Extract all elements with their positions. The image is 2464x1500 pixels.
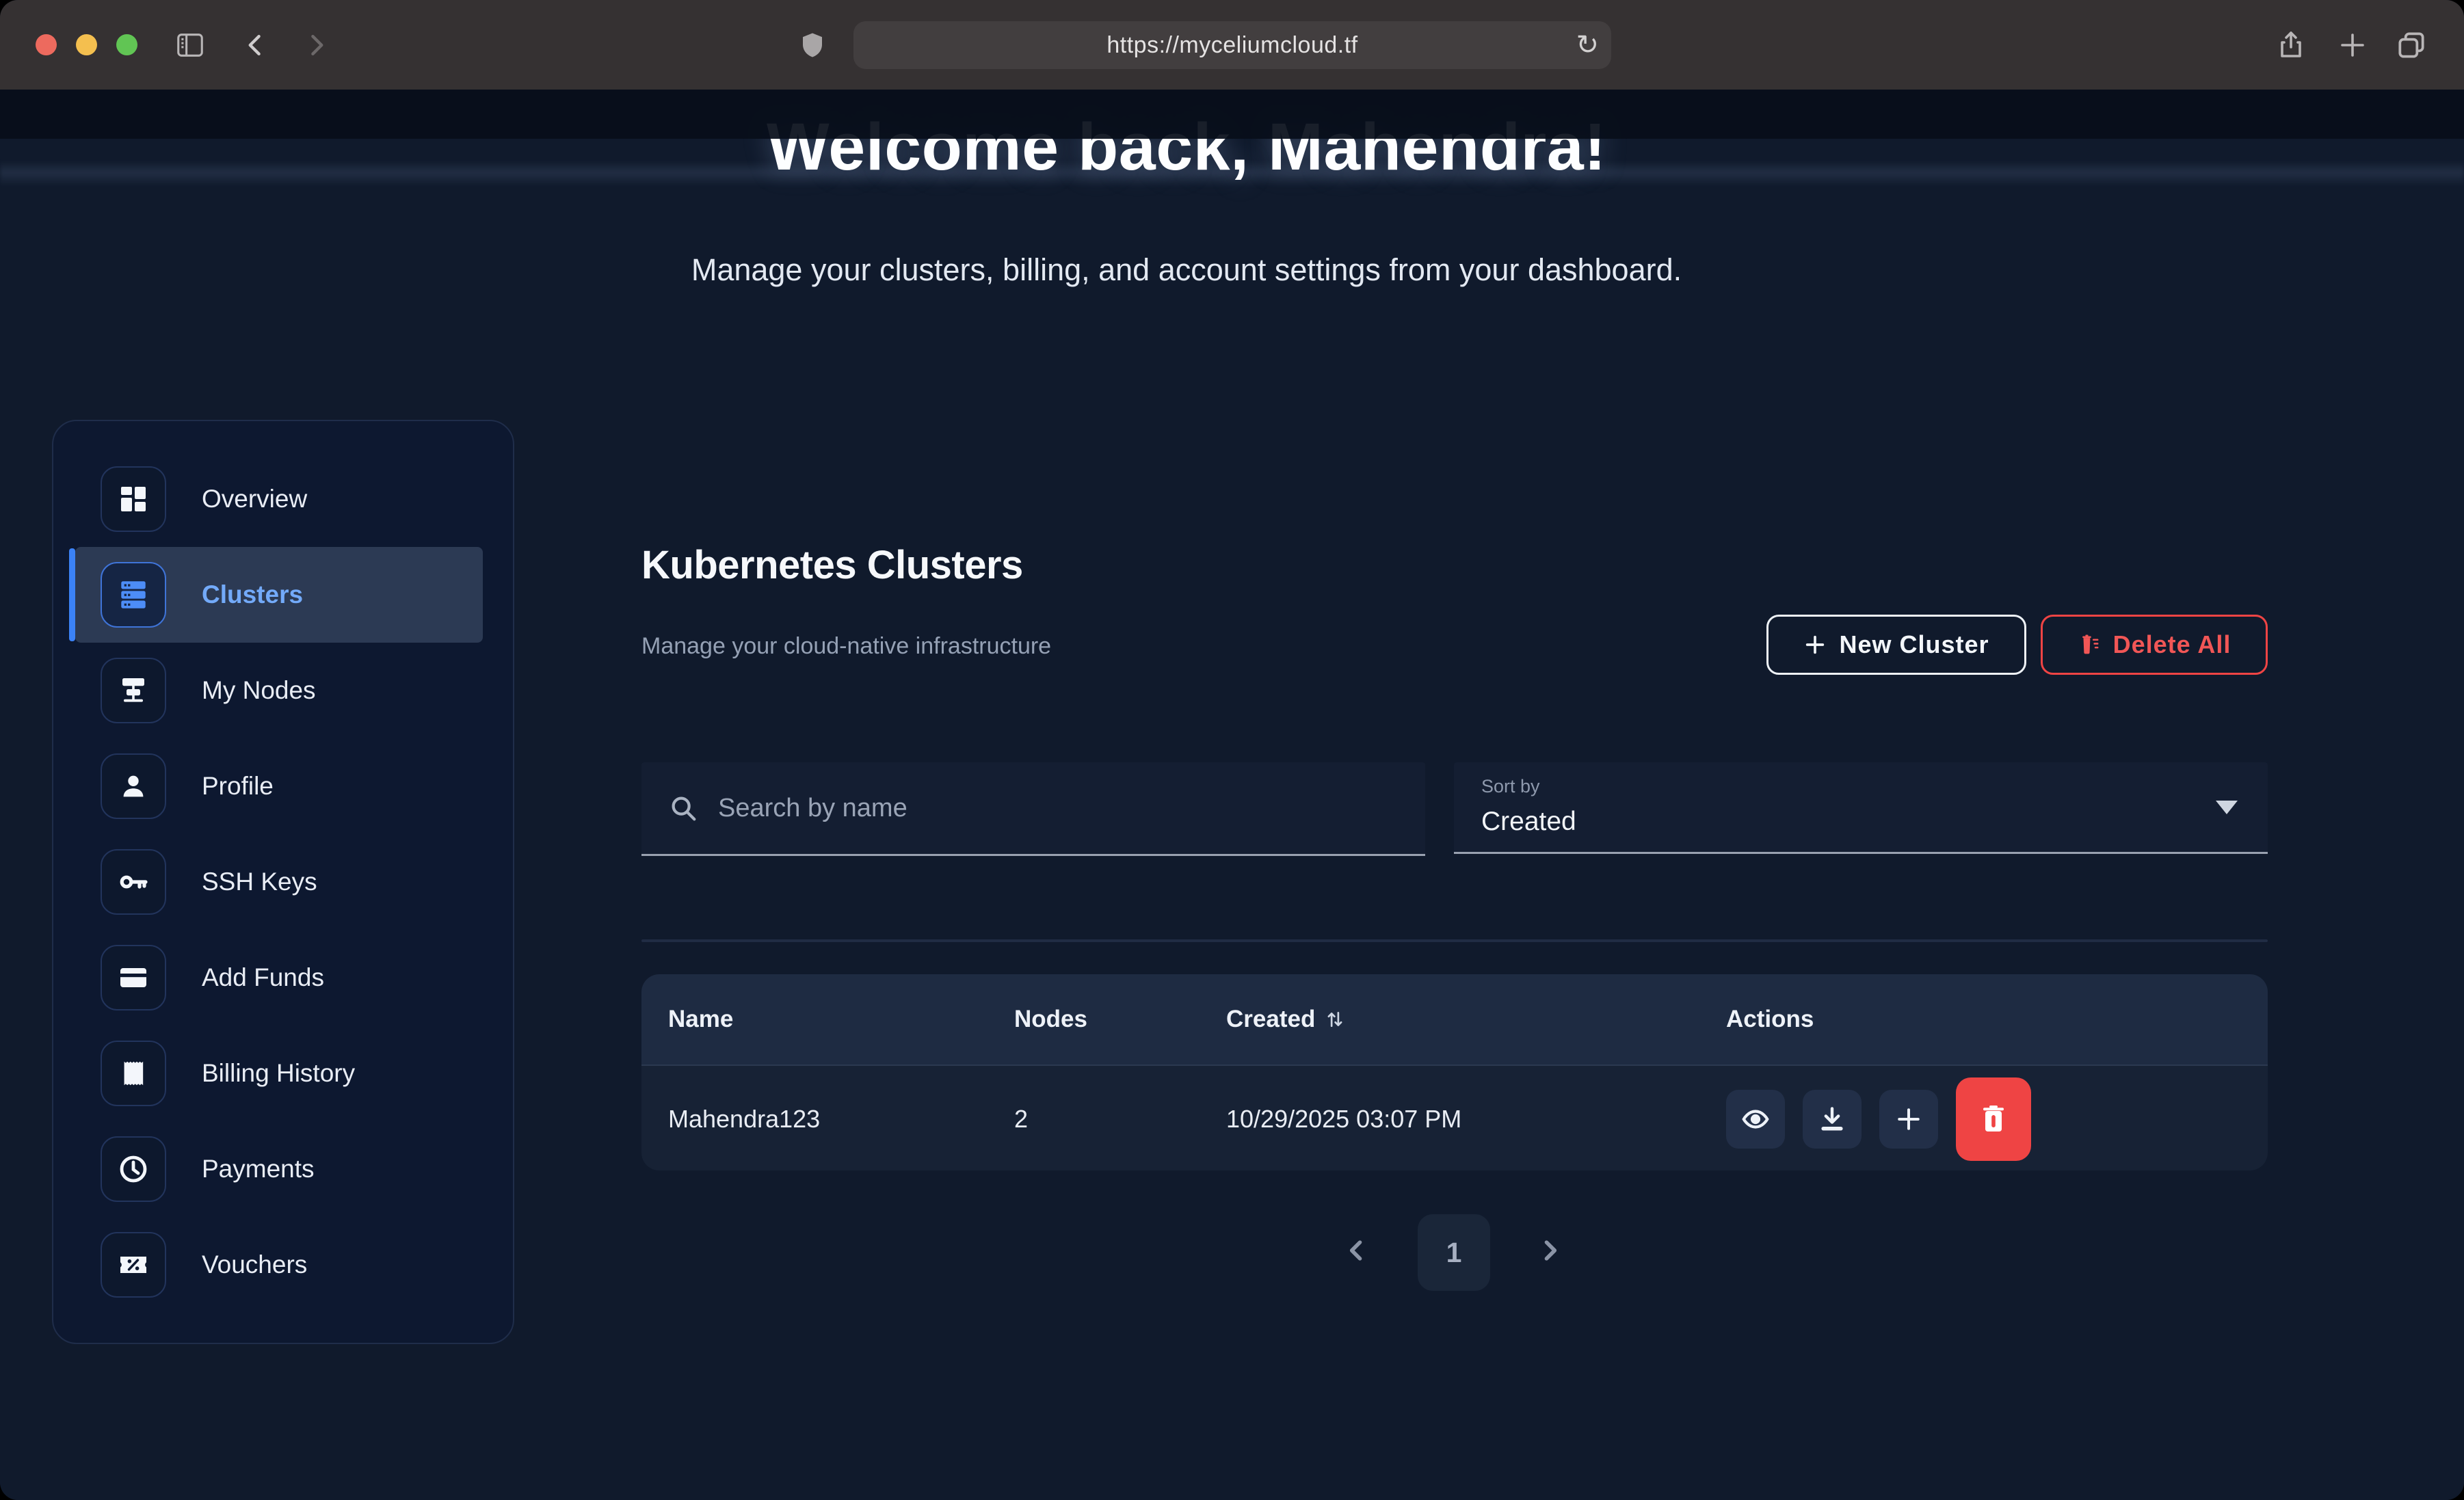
sidebar-item-label: Add Funds [202,963,324,992]
sort-updown-icon [1325,1008,1345,1031]
row-actions [1726,1066,2031,1170]
sort-value: Created [1481,807,2268,837]
clock-icon [101,1136,166,1202]
column-header-actions: Actions [1726,974,1814,1064]
top-clip-band [0,90,2464,139]
new-cluster-button[interactable]: New Cluster [1766,615,2026,675]
column-header-nodes: Nodes [1014,974,1087,1064]
delete-cluster-button[interactable] [1956,1077,2031,1161]
chevron-left-icon [1342,1235,1372,1265]
cluster-nodes-cell: 2 [1014,1066,1028,1170]
new-tab-icon[interactable] [2331,0,2374,90]
chevron-down-icon [2216,801,2238,814]
forward-button-icon[interactable] [295,0,336,90]
window-controls [36,34,137,55]
privacy-shield-icon[interactable] [792,0,833,90]
cluster-created-cell: 10/29/2025 03:07 PM [1226,1066,1461,1170]
credit-card-icon [101,945,166,1010]
trash-sweep-icon [2078,633,2101,656]
sidebar-nav: Overview Clusters My Nodes Profile [52,420,514,1344]
share-icon[interactable] [2269,0,2313,90]
chevron-right-icon [1535,1235,1565,1265]
view-cluster-button[interactable] [1726,1090,1785,1149]
download-kubeconfig-button[interactable] [1803,1090,1862,1149]
sidebar-item-label: Clusters [202,580,303,609]
sidebar-item-label: My Nodes [202,676,316,705]
back-button-icon[interactable] [235,0,276,90]
search-icon [667,792,699,824]
plus-icon [1894,1104,1924,1134]
sidebar-item-ssh-keys[interactable]: SSH Keys [75,834,483,930]
sidebar-item-label: SSH Keys [202,868,317,896]
sidebar-item-add-funds[interactable]: Add Funds [75,930,483,1026]
profile-icon [101,753,166,819]
table-header-row: Name Nodes Created Actions [641,974,2268,1064]
next-page-button[interactable] [1522,1223,1577,1278]
nodes-icon [101,658,166,723]
key-icon [101,849,166,915]
search-input[interactable] [717,793,1425,824]
sort-label: Sort by [1481,776,2268,797]
plus-icon [1803,633,1827,656]
cluster-name-cell: Mahendra123 [668,1066,820,1170]
section-divider [641,939,2268,942]
table-row: Mahendra123 2 10/29/2025 03:07 PM [641,1064,2268,1170]
reload-icon[interactable]: ↻ [1576,21,1599,69]
eye-icon [1740,1103,1771,1135]
sort-select[interactable]: Sort by Created [1454,762,2268,854]
previous-page-button[interactable] [1329,1223,1384,1278]
close-window-button[interactable] [36,34,57,55]
clusters-table: Name Nodes Created Actions Mahendra123 2… [641,974,2268,1170]
add-node-button[interactable] [1879,1090,1938,1149]
trash-icon [1977,1103,2010,1136]
sidebar-toggle-icon[interactable] [170,0,211,90]
delete-all-button[interactable]: Delete All [2041,615,2268,675]
created-label: Created [1226,1006,1315,1033]
sidebar-item-clusters[interactable]: Clusters [75,547,483,643]
delete-all-label: Delete All [2113,630,2231,659]
url-text: https://myceliumcloud.tf [1107,32,1357,59]
pagination: 1 [0,1211,2464,1293]
dashboard-page: Welcome back, Mahendra! Manage your clus… [0,90,2464,1500]
sidebar-item-my-nodes[interactable]: My Nodes [75,643,483,738]
column-header-name: Name [668,974,733,1064]
clusters-icon [101,562,166,628]
sidebar-item-label: Payments [202,1155,315,1183]
page-number-label: 1 [1446,1237,1462,1269]
sidebar-item-label: Overview [202,485,307,513]
page-subtitle: Manage your cloud-native infrastructure [641,633,1051,660]
minimize-window-button[interactable] [76,34,97,55]
sidebar-item-overview[interactable]: Overview [75,451,483,547]
receipt-icon [101,1041,166,1106]
page-title: Kubernetes Clusters [641,542,1023,588]
search-field[interactable] [641,762,1425,856]
dashboard-icon [101,466,166,532]
sidebar-item-billing-history[interactable]: Billing History [75,1026,483,1121]
download-icon [1817,1104,1847,1134]
address-bar[interactable]: https://myceliumcloud.tf ↻ [853,21,1611,69]
sidebar-item-label: Billing History [202,1059,355,1088]
sidebar-item-payments[interactable]: Payments [75,1121,483,1217]
new-cluster-label: New Cluster [1839,630,1989,659]
page-number[interactable]: 1 [1418,1214,1490,1291]
welcome-subtitle: Manage your clusters, billing, and accou… [0,252,2373,288]
tab-overview-icon[interactable] [2389,0,2433,90]
browser-toolbar: https://myceliumcloud.tf ↻ [0,0,2464,91]
browser-window: https://myceliumcloud.tf ↻ Welcome back,… [0,0,2464,1500]
column-header-created[interactable]: Created [1226,974,1345,1064]
sidebar-item-label: Profile [202,772,274,801]
zoom-window-button[interactable] [116,34,137,55]
sidebar-item-profile[interactable]: Profile [75,738,483,834]
